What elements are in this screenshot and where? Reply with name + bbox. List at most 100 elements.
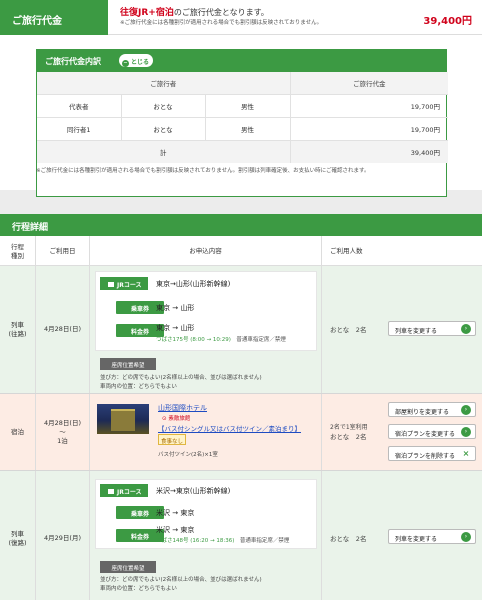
delete-plan-button[interactable]: 宿泊プランを削除する × [388, 446, 476, 461]
change-room-split-button[interactable]: 部屋割りを変更する › [388, 402, 476, 417]
type-cell: 列車 (復路) [0, 471, 36, 600]
date-cell: 4月29日(月) [36, 471, 90, 600]
table-row: 同行者1 おとな 男性 19,700円 [37, 117, 448, 141]
hotel-badge: ⊙ 素敵旅館 [162, 416, 191, 422]
price-cell: 19,700円 [290, 117, 448, 141]
train-name: つばさ175号 (8:00 → 10:29) [156, 337, 231, 343]
age-cell: おとな [121, 94, 206, 118]
persons: おとな 2名 [330, 535, 367, 543]
table-row: 代表者 おとな 男性 19,700円 [37, 94, 448, 118]
header-date: ご利用日 [36, 236, 90, 266]
meal-badge: 食事なし [158, 434, 186, 445]
itinerary-row-outbound: 列車 (往路) 4月28日(日) JRコース 東京→山形(山形新幹線) 乗車券 東… [0, 266, 482, 394]
persons: おとな 2名 [330, 326, 367, 334]
seat-arrangement: 並び方：どの席でもよい(2名様以上の場合、並びは選ばれません) [100, 577, 262, 583]
header-type: 行程 種別 [0, 236, 36, 266]
train-info: つばさ148号 (16:20 → 18:36) 普通車指定席／禁煙 [156, 536, 289, 544]
close-label: とじる [131, 59, 150, 66]
fare-note: ※ご旅行代金には各種割引が適用される場合でも割引額は反映されておりません。 [120, 20, 323, 26]
button-label: 部屋割りを変更する [395, 409, 450, 416]
course-tag-label: JRコース [117, 489, 142, 496]
course-tag: JRコース [100, 484, 148, 497]
course-tag-label: JRコース [117, 282, 142, 289]
total-label: 計 [37, 140, 291, 163]
close-icon: × [462, 449, 470, 458]
fare-route-highlight: 往復JR+宿泊 [120, 8, 174, 18]
age-cell: おとな [121, 117, 206, 141]
breakdown-note: ※ご旅行代金には各種割引が適用される場合でも割引額は反映されておりません。割引額… [36, 168, 370, 174]
fare-summary-bar: ご旅行代金 往復JR+宿泊のご旅行代金となります。 ※ご旅行代金には各種割引が適… [0, 0, 482, 35]
total-row: 計 39,400円 [37, 140, 448, 163]
fare-ticket-route: 東京 → 山形 [156, 324, 195, 332]
date-sep: 〜 [59, 427, 66, 436]
seat-request-label: 座席位置希望 [100, 358, 156, 370]
hotel-image [97, 404, 149, 434]
chevron-right-icon: › [461, 324, 471, 334]
role-cell: 同行者1 [37, 117, 122, 141]
button-label: 列車を変更する [395, 536, 438, 543]
train-info: つばさ175号 (8:00 → 10:29) 普通車指定席／禁煙 [156, 335, 286, 343]
button-label: 列車を変更する [395, 328, 438, 335]
content-cell: JRコース 東京→山形(山形新幹線) 乗車券 東京 → 山形 料金券 東京 → … [90, 266, 322, 393]
train-icon [108, 489, 114, 494]
hotel-name-link[interactable]: 山形国際ホテル [158, 403, 207, 413]
fare-route-suffix: のご旅行代金となります。 [173, 8, 269, 17]
close-breakdown-button[interactable]: − とじる [119, 54, 153, 67]
itinerary-title: 行程詳細 [0, 214, 482, 236]
fare-label: ご旅行代金 [0, 0, 108, 35]
header-persons: ご利用人数 [322, 236, 482, 266]
breakdown-title: ご旅行代金内訳 [45, 57, 101, 66]
type-label: 列車 [11, 320, 24, 329]
price-cell: 19,700円 [290, 94, 448, 118]
train-name: つばさ148号 (16:20 → 18:36) [156, 538, 235, 544]
seat-info: 普通車指定席／禁煙 [239, 538, 290, 544]
breakdown-header: ご旅行代金内訳 − とじる [37, 50, 446, 72]
button-label: 宿泊プランを削除する [395, 453, 456, 460]
chevron-right-icon: › [461, 532, 471, 542]
total-value: 39,400円 [290, 140, 448, 163]
nights: 1泊 [57, 436, 68, 445]
itinerary-row-hotel: 宿泊 4月28日(日) 〜 1泊 山形国際ホテル ⊙ 素敵旅館 【バス付シングル又は… [0, 394, 482, 471]
gender-cell: 男性 [205, 94, 291, 118]
room-share: 2名で1室利用 [330, 424, 368, 431]
fare-ticket-route: 米沢 → 東京 [156, 526, 195, 534]
minus-icon: − [122, 60, 129, 67]
breakdown-header-row: ご旅行者 ご旅行代金 [37, 72, 448, 95]
breakdown-panel: ご旅行代金内訳 − とじる ご旅行者 ご旅行代金 代表者 おとな 男性 19,70… [36, 49, 448, 197]
chevron-right-icon: › [461, 405, 471, 415]
date-label: 4月28日(日) [44, 418, 81, 427]
course-tag: JRコース [100, 277, 148, 290]
change-train-button[interactable]: 列車を変更する › [388, 321, 476, 336]
date-cell: 4月28日(日) [36, 266, 90, 393]
breakdown-table: ご旅行者 ご旅行代金 代表者 おとな 男性 19,700円 同行者1 おとな 男… [37, 72, 448, 163]
change-plan-button[interactable]: 宿泊プランを変更する › [388, 424, 476, 439]
building-icon [111, 409, 135, 431]
type-label: 列車 [11, 529, 24, 538]
change-train-button[interactable]: 列車を変更する › [388, 529, 476, 544]
seat-arrangement: 並び方：どの席でもよい(2名様以上の場合、並びは選ばれません) [100, 375, 262, 381]
persons: おとな 2名 [330, 433, 367, 441]
train-icon [108, 282, 114, 287]
room-info: バス付ツイン(2名)×1室 [158, 452, 218, 458]
gender-cell: 男性 [205, 117, 291, 141]
seat-info: 普通車指定席／禁煙 [236, 337, 286, 343]
fare-total: 39,400円 [423, 16, 472, 27]
header-traveler: ご旅行者 [37, 72, 291, 95]
itinerary-row-return: 列車 (復路) 4月29日(月) JRコース 米沢→東京(山形新幹線) 乗車券 米… [0, 471, 482, 600]
seat-position: 車両内の位置：どちらでもよい [100, 586, 177, 592]
ticket-route: 東京 → 山形 [156, 304, 195, 312]
content-cell: JRコース 米沢→東京(山形新幹線) 乗車券 米沢 → 東京 料金券 米沢 → … [90, 471, 322, 600]
plan-link[interactable]: 【バス付シングル又はバス付ツイン／素泊まり】 [158, 423, 301, 433]
seat-request-label: 座席位置希望 [100, 561, 156, 573]
seat-position: 車両内の位置：どちらでもよい [100, 384, 177, 390]
ticket-route: 米沢 → 東京 [156, 509, 195, 517]
course-title: 東京→山形(山形新幹線) [156, 280, 231, 288]
type-cell: 宿泊 [0, 394, 36, 470]
button-label: 宿泊プランを変更する [395, 431, 456, 438]
role-cell: 代表者 [37, 94, 122, 118]
chevron-right-icon: › [461, 427, 471, 437]
header-content: お申込内容 [90, 236, 322, 266]
header-price: ご旅行代金 [290, 72, 448, 95]
date-cell: 4月28日(日) 〜 1泊 [36, 394, 90, 470]
type-sub: (往路) [8, 329, 27, 338]
